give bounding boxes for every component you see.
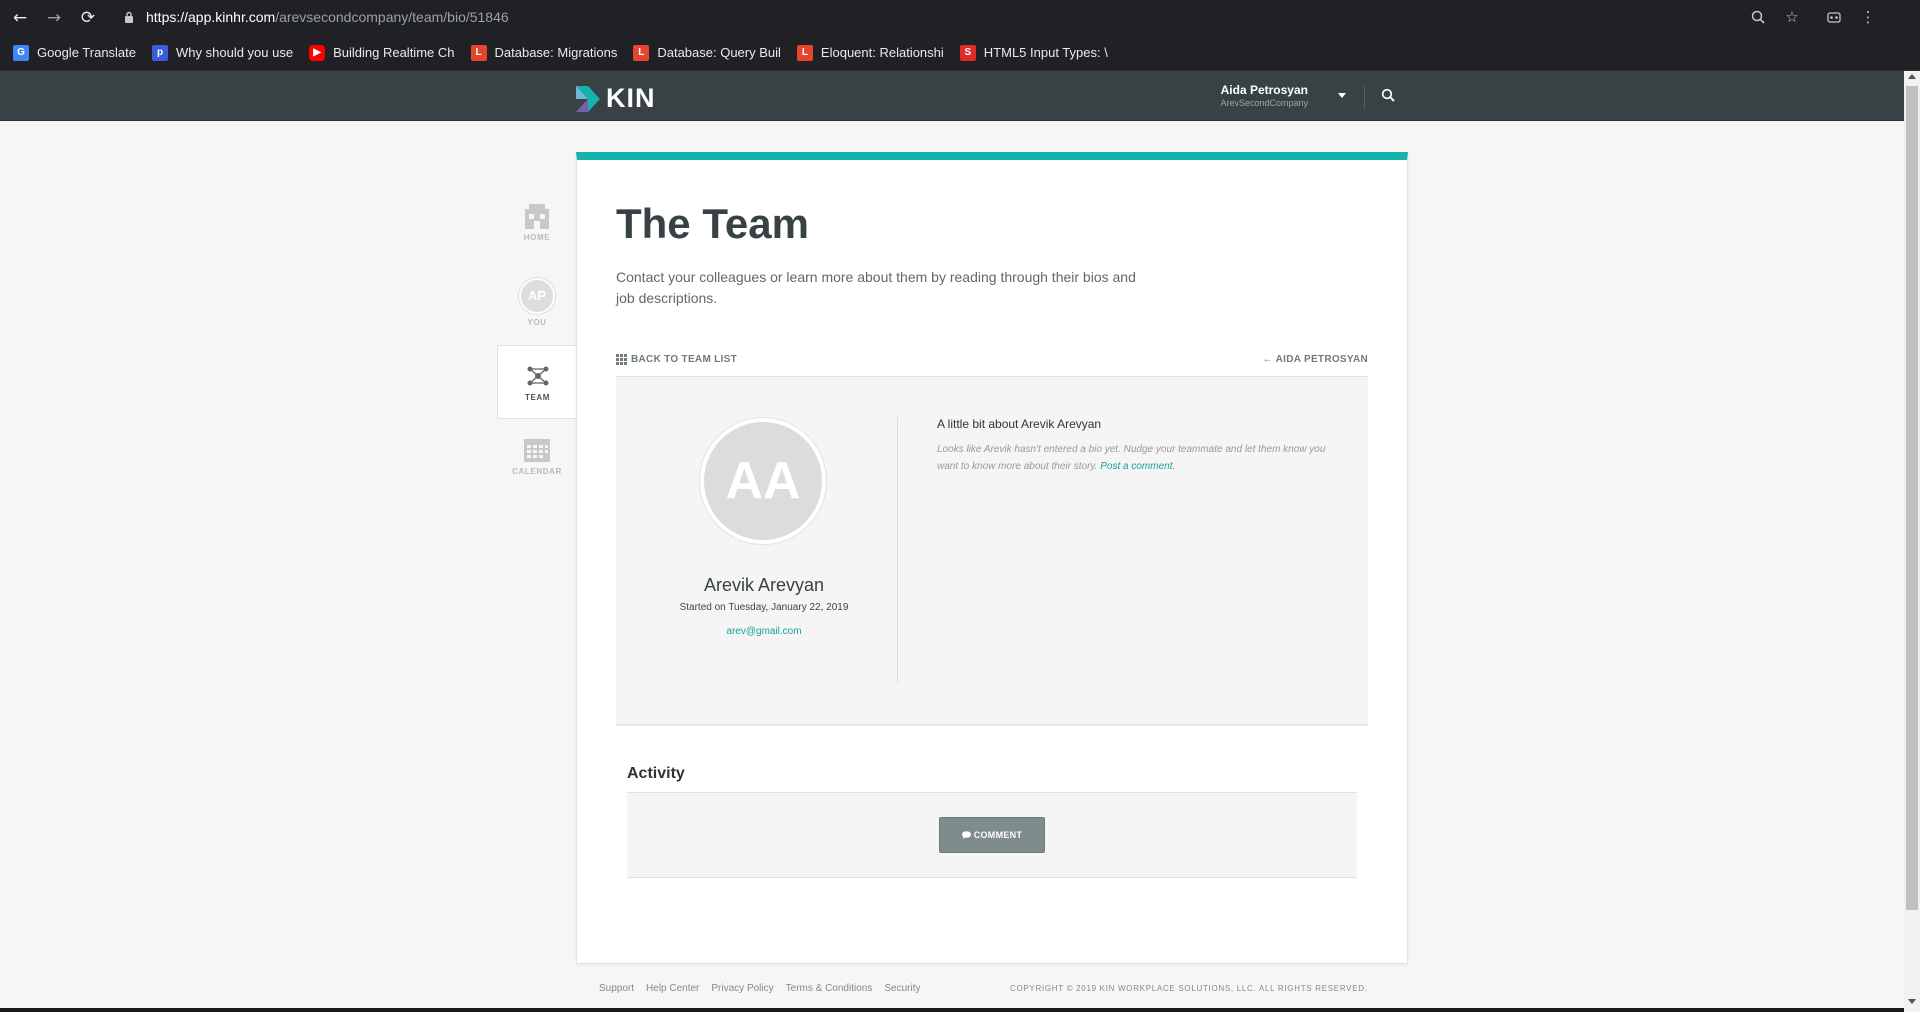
address-bar[interactable]: https://app.kinhr.com/arevsecondcompany/… (108, 4, 1796, 30)
avatar-initials: AA (704, 422, 822, 540)
nav-team[interactable]: TEAM (497, 345, 577, 419)
lock-icon (122, 10, 136, 24)
bookmark-item[interactable]: L Database: Migrations (470, 44, 618, 61)
member-email-link[interactable]: arev@gmail.com (616, 626, 912, 637)
scrollbar-thumb[interactable] (1906, 86, 1918, 910)
footer-links: Support Help Center Privacy Policy Terms… (599, 983, 920, 994)
logo-text: KIN (606, 83, 656, 113)
bookmark-item[interactable]: L Database: Query Buil (633, 44, 781, 61)
speech-bubble-icon (961, 831, 971, 839)
laravel-icon: L (470, 44, 487, 61)
arrow-left-icon: ← (1262, 354, 1276, 365)
prev-link-label: AIDA PETROSYAN (1275, 354, 1368, 365)
footer-privacy-link[interactable]: Privacy Policy (711, 983, 773, 994)
user-name: Aida Petrosyan (1220, 83, 1308, 97)
bookmark-label: Why should you use (176, 45, 294, 60)
s-icon: S (959, 44, 976, 61)
google-translate-icon: G (13, 44, 29, 61)
back-arrow-icon[interactable]: ← (6, 4, 34, 32)
copyright: COPYRIGHT © 2019 KIN WORKPLACE SOLUTIONS… (1010, 984, 1368, 993)
avatar: AP (519, 277, 555, 314)
bookmark-star-icon[interactable]: ☆ (1780, 5, 1804, 29)
main-card: The Team Contact your colleagues or lear… (576, 152, 1408, 964)
activity-heading: Activity (627, 765, 685, 782)
back-link-label: BACK TO TEAM LIST (631, 354, 738, 365)
calendar-icon (524, 438, 550, 462)
back-to-team-list-link[interactable]: BACK TO TEAM LIST (616, 354, 737, 365)
start-date: Started on Tuesday, January 22, 2019 (679, 602, 849, 613)
nav-you[interactable]: AP YOU (497, 265, 577, 339)
page-title: The Team (616, 200, 809, 247)
nav-calendar-label: CALENDAR (512, 466, 562, 476)
user-menu[interactable]: Aida Petrosyan ArevSecondCompany (1210, 83, 1308, 108)
reload-icon[interactable]: ⟳ (74, 4, 102, 32)
grid-icon (616, 354, 627, 365)
forward-arrow-icon[interactable]: → (40, 4, 68, 32)
menu-dots-icon[interactable]: ⋮ (1856, 5, 1880, 29)
nav-home-label: HOME (523, 232, 551, 242)
footer-help-link[interactable]: Help Center (646, 983, 699, 994)
bookmark-label: Database: Migrations (494, 45, 618, 60)
bookmark-item[interactable]: p Why should you use (152, 44, 294, 61)
nav-home[interactable]: HOME (497, 185, 577, 259)
bookmark-label: HTML5 Input Types: \ (983, 45, 1108, 60)
building-icon (525, 203, 549, 229)
bookmark-label: Google Translate (37, 45, 137, 60)
youtube-icon: ▶ (309, 44, 326, 61)
activity-panel: COMMENT (627, 792, 1357, 878)
header-divider (1364, 85, 1365, 109)
page-subtitle: Contact your colleagues or learn more ab… (616, 269, 1136, 306)
nav-you-label: YOU (527, 317, 547, 327)
bookmark-item[interactable]: S HTML5 Input Types: \ (959, 44, 1108, 61)
user-company: ArevSecondCompany (1220, 98, 1308, 108)
bookmark-label: Building Realtime Ch (333, 45, 455, 60)
url-host: https://app.kinhr.com (146, 9, 276, 25)
team-network-icon (527, 366, 548, 385)
nav-calendar[interactable]: CALENDAR (497, 419, 577, 493)
bookmark-item[interactable]: ▶ Building Realtime Ch (309, 44, 455, 61)
window-bottom-edge (0, 1008, 1904, 1012)
bookmark-item[interactable]: G Google Translate (13, 44, 137, 61)
bookmark-label: Eloquent: Relationshi (820, 45, 944, 60)
scroll-up-icon[interactable] (1908, 74, 1916, 79)
laravel-icon: L (633, 44, 650, 61)
about-title: A little bit about Arevik Arevyan (937, 417, 1102, 431)
scroll-down-icon[interactable] (1908, 999, 1916, 1004)
nav-team-label: TEAM (524, 392, 551, 402)
profile-avatar: AA (699, 417, 827, 545)
search-icon[interactable] (1379, 86, 1397, 104)
side-navigation: HOME AP YOU TEAM CALENDAR (497, 185, 577, 493)
browser-toolbar: ← → ⟳ https://app.kinhr.com/arevsecondco… (0, 0, 1920, 35)
laravel-icon: L (796, 44, 813, 61)
member-name: Arevik Arevyan (703, 575, 825, 595)
bookmark-item[interactable]: L Eloquent: Relationshi (796, 44, 944, 61)
previous-member-link[interactable]: ← AIDA PETROSYAN (1263, 354, 1368, 365)
extension-icon[interactable] (1822, 5, 1846, 29)
post-comment-link[interactable]: Post a comment. (1100, 461, 1175, 472)
bio-panel: AA Arevik Arevyan Started on Tuesday, Ja… (616, 376, 1368, 726)
comment-button-label: COMMENT (973, 830, 1023, 840)
zoom-icon[interactable] (1746, 5, 1770, 29)
bio-divider (897, 417, 898, 683)
kin-logo-icon (576, 85, 600, 112)
footer-security-link[interactable]: Security (884, 983, 920, 994)
about-text: Looks like Arevik hasn't entered a bio y… (937, 441, 1337, 475)
footer-terms-link[interactable]: Terms & Conditions (786, 983, 873, 994)
p-icon: p (152, 44, 169, 61)
kin-logo[interactable]: KIN (576, 83, 656, 114)
chevron-down-icon[interactable] (1338, 93, 1346, 98)
app-header: KIN Aida Petrosyan ArevSecondCompany (0, 71, 1904, 121)
bookmark-label: Database: Query Buil (657, 45, 781, 60)
bookmarks-bar: G Google Translate p Why should you use ▶ B… (0, 35, 1920, 71)
url-path: /arevsecondcompany/team/bio/51846 (275, 9, 509, 25)
footer-support-link[interactable]: Support (599, 983, 634, 994)
comment-button[interactable]: COMMENT (939, 817, 1045, 853)
